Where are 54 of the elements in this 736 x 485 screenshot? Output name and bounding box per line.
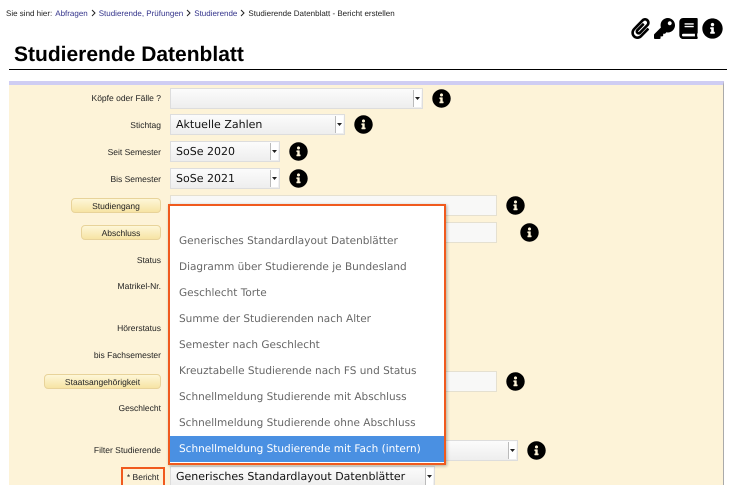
label-button[interactable]: Studiengang [71,198,161,213]
field-label: Status [136,254,161,264]
breadcrumb-link[interactable]: Studierende [194,8,238,18]
dropdown-arrow-icon [415,96,420,100]
select-field[interactable] [170,88,423,108]
dropdown-option[interactable]: Semester nach Geschlecht [170,332,444,358]
select-field[interactable]: SoSe 2020 [170,141,280,162]
breadcrumb-link[interactable]: Studierende, Prüfungen [98,8,184,18]
chevron-icon [186,9,192,17]
dropdown-arrow-icon [510,448,515,452]
dropdown-option[interactable]: Generisches Standardlayout Datenblätter [170,228,444,254]
dropdown-arrow-icon [337,123,342,126]
chevron-icon [90,9,96,17]
dropdown-option[interactable]: Schnellmeldung Studierende ohne Abschluss [170,410,444,436]
field-label: Matrikel-Nr. [118,281,161,291]
info-icon[interactable] [520,223,539,242]
dropdown-option[interactable]: Diagramm über Studierende je Bundesland [170,254,444,280]
dropdown-option[interactable]: Summe der Studierenden nach Alter [170,306,444,332]
field-label: Bis Semester [110,174,161,184]
dropdown-arrow-icon [272,150,277,153]
field-label: Geschlecht [118,403,161,413]
info-icon[interactable] [354,115,373,134]
field-label: * Bericht [120,466,165,485]
info-icon[interactable] [506,372,525,391]
dropdown-option[interactable]: Kreuztabelle Studierende nach FS und Status [170,358,444,384]
dropdown-arrow-icon [272,177,277,180]
select-field[interactable]: Generisches Standardlayout Datenblätter [170,466,435,485]
info-icon[interactable] [527,440,546,460]
page-title: Studierende Datenblatt [9,43,727,70]
info-icon[interactable] [432,88,451,108]
book-icon[interactable] [678,18,699,38]
field-label: Hörerstatus [117,323,161,333]
dropdown-arrow-icon [427,475,432,478]
chevron-icon [240,9,246,17]
breadcrumb-current: Studierende Datenblatt - Bericht erstellen [248,8,395,18]
info-icon[interactable] [702,18,723,38]
field-label: Köpfe oder Fälle ? [92,93,161,103]
select-field[interactable]: SoSe 2021 [170,168,280,189]
breadcrumb-link[interactable]: Abfragen [55,8,88,18]
dropdown-option[interactable]: Geschlecht Torte [170,280,444,306]
paperclip-icon[interactable] [630,18,651,38]
label-button[interactable]: Staatsangehörigkeit [44,374,161,389]
field-label: Stichtag [130,120,161,130]
key-icon[interactable] [654,18,675,38]
field-label: bis Fachsemester [94,350,161,360]
dropdown-option[interactable]: Schnellmeldung Studierende mit Abschluss [170,384,444,410]
info-icon[interactable] [289,142,308,161]
info-icon[interactable] [289,169,308,188]
field-label: Filter Studierende [94,445,161,455]
info-icon[interactable] [506,196,525,215]
select-field[interactable]: Aktuelle Zahlen [170,114,345,135]
label-button[interactable]: Abschluss [81,225,161,240]
breadcrumb-label: Sie sind hier: [6,8,52,18]
field-label: Seit Semester [108,146,161,156]
